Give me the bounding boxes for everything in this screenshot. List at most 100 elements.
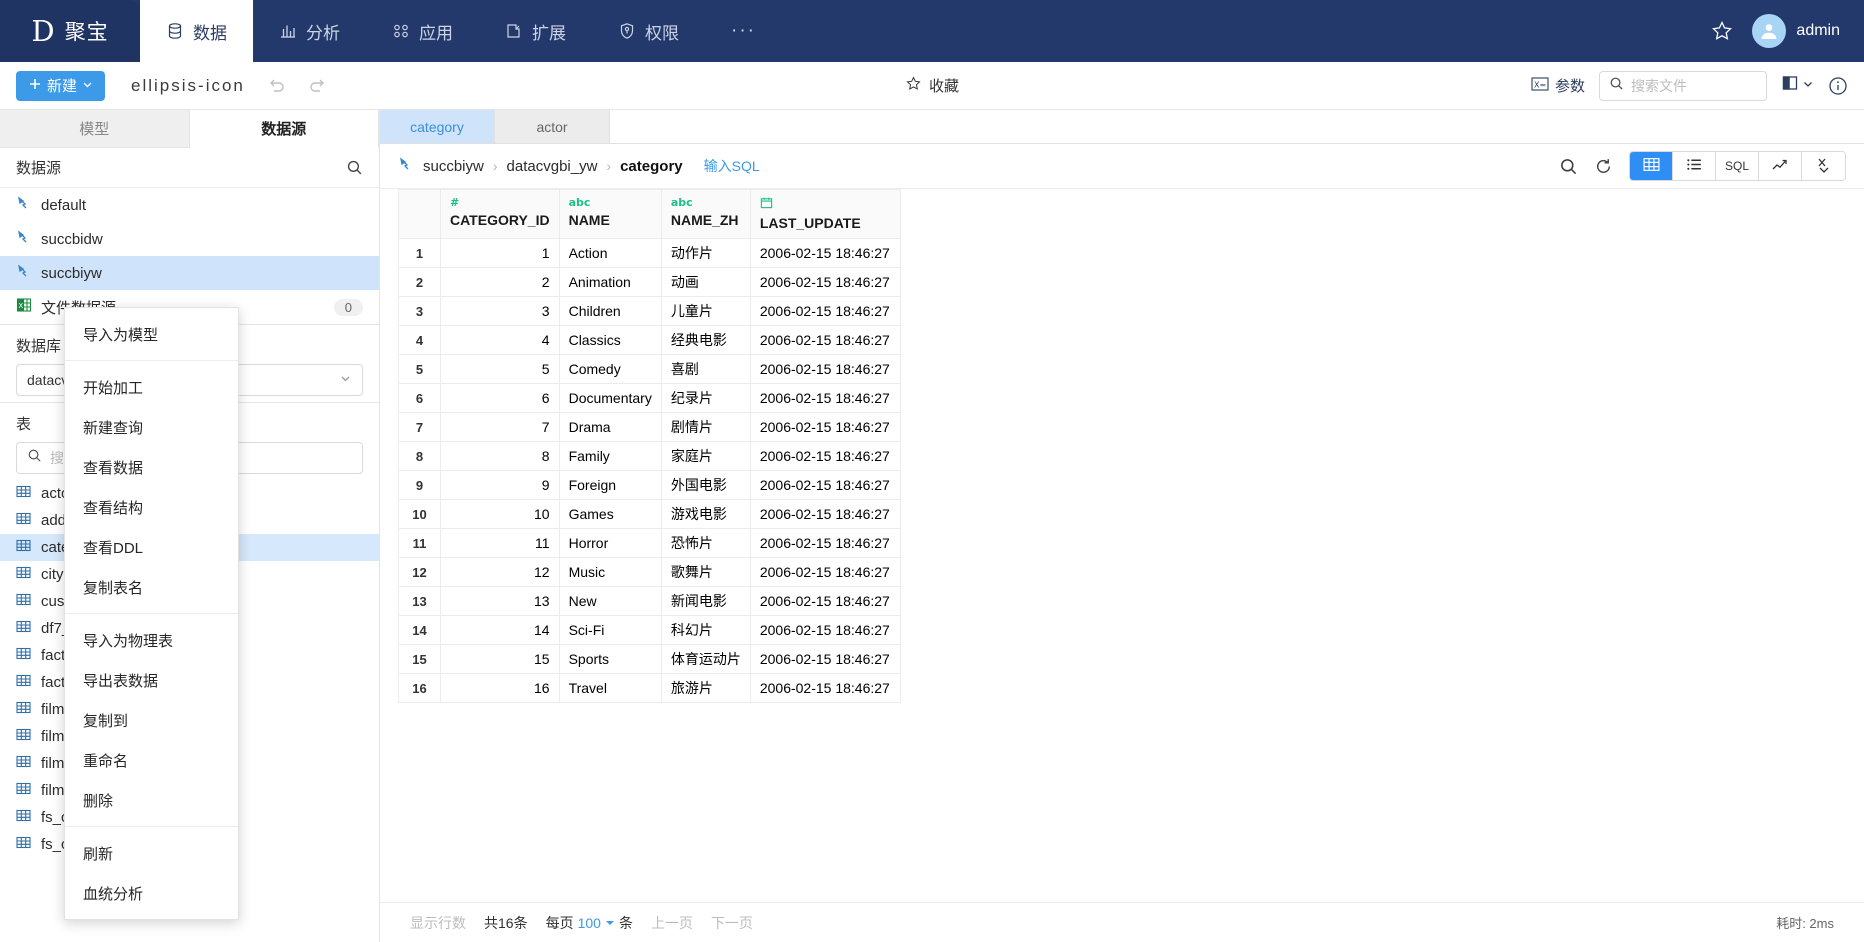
- cell-category-id[interactable]: 5: [440, 354, 560, 384]
- cell-category-id[interactable]: 16: [440, 673, 560, 703]
- cell-name[interactable]: Music: [558, 557, 662, 587]
- grid-header-name-zh[interactable]: abc NAME_ZH: [660, 189, 751, 239]
- cell-category-id[interactable]: 7: [440, 412, 560, 442]
- cell-name[interactable]: Family: [558, 441, 662, 471]
- table-row[interactable]: 12 12 Music 歌舞片 2006-02-15 18:46:27: [398, 557, 901, 587]
- context-menu-item[interactable]: 查看数据: [65, 447, 238, 487]
- sidebar-tab-model[interactable]: 模型: [0, 110, 190, 148]
- cell-category-id[interactable]: 8: [440, 441, 560, 471]
- cell-name-zh[interactable]: 新闻电影: [660, 586, 751, 616]
- table-row[interactable]: 7 7 Drama 剧情片 2006-02-15 18:46:27: [398, 412, 901, 442]
- cell-name-zh[interactable]: 科幻片: [660, 615, 751, 645]
- next-page-button[interactable]: 下一页: [711, 913, 753, 933]
- datasource-item-succbidw[interactable]: succbidw: [0, 222, 379, 256]
- table-row[interactable]: 16 16 Travel 旅游片 2006-02-15 18:46:27: [398, 673, 901, 703]
- view-mode-axis[interactable]: [1802, 152, 1845, 180]
- nav-item-data[interactable]: 数据: [140, 0, 253, 62]
- doc-tab-category[interactable]: category: [380, 110, 495, 143]
- brand-logo-area[interactable]: D 聚宝: [0, 0, 140, 62]
- cell-name[interactable]: Comedy: [558, 354, 662, 384]
- datasource-item-default[interactable]: default: [0, 188, 379, 222]
- cell-name-zh[interactable]: 纪录片: [660, 383, 751, 413]
- star-outline-icon[interactable]: [1710, 19, 1734, 43]
- context-menu-item[interactable]: 导入为模型: [65, 314, 238, 354]
- cell-name-zh[interactable]: 体育运动片: [660, 644, 751, 674]
- table-row[interactable]: 14 14 Sci-Fi 科幻片 2006-02-15 18:46:27: [398, 615, 901, 645]
- context-menu-item[interactable]: 查看结构: [65, 487, 238, 527]
- nav-item-apps[interactable]: 应用: [366, 0, 479, 62]
- cell-category-id[interactable]: 15: [440, 644, 560, 674]
- data-grid-container[interactable]: # CATEGORY_ID abc NAME abc NAME_ZH LAST_…: [380, 189, 1864, 902]
- table-row[interactable]: 8 8 Family 家庭片 2006-02-15 18:46:27: [398, 441, 901, 471]
- nav-more-button[interactable]: ···: [705, 0, 782, 62]
- table-row[interactable]: 1 1 Action 动作片 2006-02-15 18:46:27: [398, 238, 901, 268]
- context-menu-item[interactable]: 查看DDL: [65, 527, 238, 567]
- datasource-item-succbiyw[interactable]: succbiyw: [0, 256, 379, 290]
- cell-category-id[interactable]: 3: [440, 296, 560, 326]
- table-row[interactable]: 2 2 Animation 动画 2006-02-15 18:46:27: [398, 267, 901, 297]
- table-row[interactable]: 4 4 Classics 经典电影 2006-02-15 18:46:27: [398, 325, 901, 355]
- view-mode-chart[interactable]: [1759, 152, 1802, 180]
- cell-name-zh[interactable]: 歌舞片: [660, 557, 751, 587]
- breadcrumb-item-database[interactable]: datacvgbi_yw: [507, 158, 598, 175]
- page-size-value[interactable]: 100: [578, 915, 601, 931]
- view-mode-grid[interactable]: [1630, 152, 1673, 180]
- context-menu-item[interactable]: 血统分析: [65, 873, 238, 913]
- cell-name-zh[interactable]: 剧情片: [660, 412, 751, 442]
- input-sql-link[interactable]: 输入SQL: [704, 156, 760, 176]
- cell-category-id[interactable]: 14: [440, 615, 560, 645]
- prev-page-button[interactable]: 上一页: [651, 913, 693, 933]
- cell-category-id[interactable]: 10: [440, 499, 560, 529]
- cell-last-update[interactable]: 2006-02-15 18:46:27: [749, 528, 901, 558]
- breadcrumb-item-datasource[interactable]: succbiyw: [423, 158, 484, 175]
- cell-last-update[interactable]: 2006-02-15 18:46:27: [749, 557, 901, 587]
- info-circle-icon[interactable]: [1828, 76, 1848, 96]
- context-menu-item[interactable]: 删除: [65, 780, 238, 820]
- cell-name-zh[interactable]: 恐怖片: [660, 528, 751, 558]
- undo-icon[interactable]: [265, 75, 287, 97]
- cell-category-id[interactable]: 13: [440, 586, 560, 616]
- cell-name[interactable]: Children: [558, 296, 662, 326]
- cell-category-id[interactable]: 1: [440, 238, 560, 268]
- cell-name[interactable]: Documentary: [558, 383, 662, 413]
- table-row[interactable]: 9 9 Foreign 外国电影 2006-02-15 18:46:27: [398, 470, 901, 500]
- favorite-button[interactable]: 收藏: [905, 75, 959, 96]
- cell-name-zh[interactable]: 动画: [660, 267, 751, 297]
- grid-header-last-update[interactable]: LAST_UPDATE: [749, 189, 901, 239]
- cell-name-zh[interactable]: 旅游片: [660, 673, 751, 703]
- cell-name-zh[interactable]: 喜剧: [660, 354, 751, 384]
- cell-name-zh[interactable]: 游戏电影: [660, 499, 751, 529]
- cell-name[interactable]: New: [558, 586, 662, 616]
- cell-name-zh[interactable]: 儿童片: [660, 296, 751, 326]
- cell-name[interactable]: Travel: [558, 673, 662, 703]
- page-size-selector[interactable]: 每页 100 条: [546, 913, 633, 933]
- cell-last-update[interactable]: 2006-02-15 18:46:27: [749, 296, 901, 326]
- cell-last-update[interactable]: 2006-02-15 18:46:27: [749, 499, 901, 529]
- refresh-icon[interactable]: [1594, 157, 1613, 176]
- user-menu[interactable]: admin: [1752, 14, 1840, 48]
- cell-category-id[interactable]: 4: [440, 325, 560, 355]
- table-row[interactable]: 11 11 Horror 恐怖片 2006-02-15 18:46:27: [398, 528, 901, 558]
- sidebar-tab-datasource[interactable]: 数据源: [189, 110, 379, 148]
- cell-name[interactable]: Sci-Fi: [558, 615, 662, 645]
- cell-last-update[interactable]: 2006-02-15 18:46:27: [749, 586, 901, 616]
- doc-tab-actor[interactable]: actor: [495, 110, 610, 143]
- toolbar-more-button[interactable]: ellipsis-icon: [131, 76, 245, 96]
- cell-last-update[interactable]: 2006-02-15 18:46:27: [749, 412, 901, 442]
- file-search-box[interactable]: [1599, 70, 1767, 101]
- search-input[interactable]: [1631, 77, 1757, 94]
- cell-last-update[interactable]: 2006-02-15 18:46:27: [749, 383, 901, 413]
- parameters-button[interactable]: X= 参数: [1531, 75, 1585, 96]
- context-menu-item[interactable]: 导入为物理表: [65, 620, 238, 660]
- new-button[interactable]: 新建: [16, 70, 106, 101]
- cell-name[interactable]: Sports: [558, 644, 662, 674]
- cell-name-zh[interactable]: 动作片: [660, 238, 751, 268]
- cell-name[interactable]: Games: [558, 499, 662, 529]
- cell-last-update[interactable]: 2006-02-15 18:46:27: [749, 470, 901, 500]
- cell-category-id[interactable]: 6: [440, 383, 560, 413]
- search-icon[interactable]: [346, 159, 363, 176]
- search-icon[interactable]: [1559, 157, 1578, 176]
- table-row[interactable]: 10 10 Games 游戏电影 2006-02-15 18:46:27: [398, 499, 901, 529]
- context-menu-item[interactable]: 开始加工: [65, 367, 238, 407]
- cell-category-id[interactable]: 12: [440, 557, 560, 587]
